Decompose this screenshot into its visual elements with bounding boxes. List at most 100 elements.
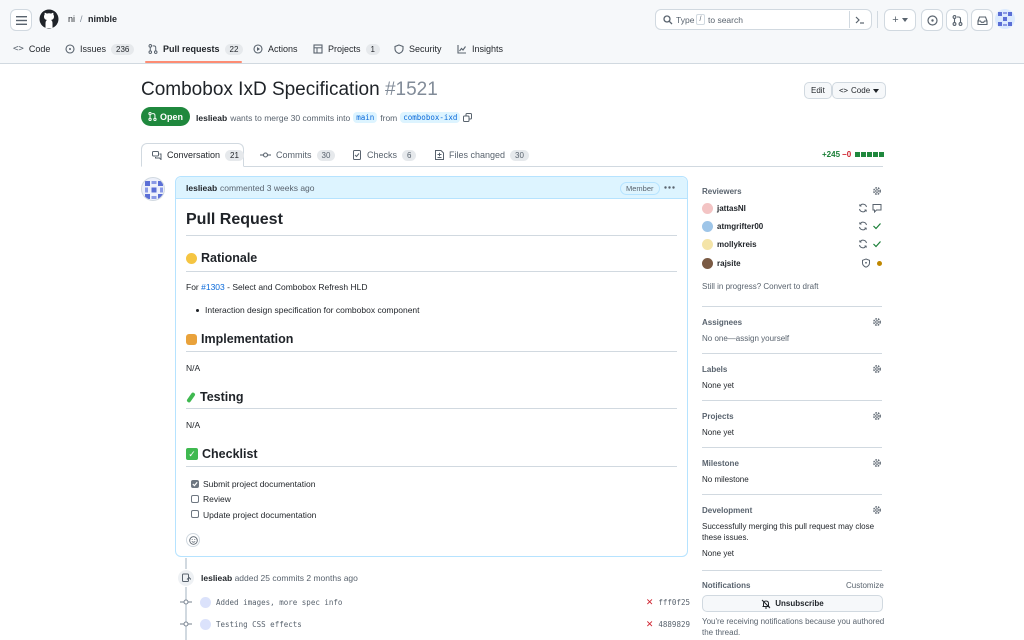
tab-files-changed[interactable]: Files changed 30 <box>435 144 529 166</box>
command-palette-icon[interactable] <box>855 15 865 25</box>
repo-nav-code[interactable]: <> Code <box>13 42 50 56</box>
pr-state-badge: Open <box>141 107 190 126</box>
repo-nav-issues[interactable]: Issues 236 <box>65 42 135 56</box>
tab-checks[interactable]: Checks 6 <box>352 144 417 166</box>
projects-body: None yet <box>702 428 735 437</box>
repo-nav-insights[interactable]: Insights <box>457 42 503 56</box>
bell-slash-icon <box>761 599 771 608</box>
checklist-checkbox[interactable] <box>191 510 199 518</box>
sync-icon[interactable] <box>858 203 868 213</box>
heading-rule <box>186 271 677 272</box>
gear-icon[interactable] <box>872 505 882 515</box>
reviewer-name[interactable]: mollykreis <box>717 240 757 249</box>
development-title: Development <box>702 506 753 515</box>
tab-conversation[interactable]: Conversation 21 <box>152 144 244 166</box>
sync-icon[interactable] <box>858 221 868 231</box>
comment-timestamp[interactable]: commented 3 weeks ago <box>220 183 315 193</box>
play-icon <box>253 44 263 54</box>
checklist-checkbox[interactable] <box>191 495 199 503</box>
reviewer-avatar[interactable] <box>702 257 713 269</box>
code-dropdown-button[interactable]: <> Code <box>832 82 887 99</box>
repo-nav-security[interactable]: Security <box>394 42 442 56</box>
repo-nav-projects-label: Projects <box>328 44 361 54</box>
pull-requests-button[interactable] <box>946 9 968 31</box>
reviewer-name[interactable]: jattasNI <box>717 204 746 213</box>
repo-nav-projects[interactable]: Projects 1 <box>313 42 380 56</box>
graph-icon <box>457 45 466 54</box>
inbox-icon <box>976 15 988 25</box>
repo-name-link[interactable]: nimble <box>88 14 117 24</box>
reviewer-name[interactable]: rajsite <box>717 259 741 268</box>
hamburger-menu-button[interactable] <box>10 9 32 31</box>
pull-requests-count: 22 <box>224 43 244 55</box>
implementation-title: Implementation <box>201 332 294 346</box>
commit-author-avatar[interactable] <box>200 596 211 608</box>
shield-icon <box>394 44 404 54</box>
status-failed-icon[interactable]: ✕ <box>646 597 654 608</box>
repo-nav-actions[interactable]: Actions <box>253 42 298 56</box>
rationale-paragraph: For #1303 - Select and Combobox Refresh … <box>186 282 367 292</box>
pr-description-comment: leslieab commented 3 weeks ago Member Pu… <box>175 176 688 557</box>
commit-author-avatar[interactable] <box>200 618 211 630</box>
reviewer-avatar[interactable] <box>702 220 713 232</box>
gear-icon[interactable] <box>872 186 882 196</box>
edit-title-button[interactable]: Edit <box>804 82 832 99</box>
github-logo-icon[interactable] <box>39 9 59 29</box>
head-branch[interactable]: combobox-ixd <box>400 112 461 123</box>
testing-title: Testing <box>200 390 244 404</box>
repo-nav-pull-requests[interactable]: Pull requests 22 <box>148 42 244 56</box>
tab-commits[interactable]: Commits 30 <box>260 144 336 166</box>
git-pull-request-icon <box>148 44 158 54</box>
reviewer-name[interactable]: atmgrifter00 <box>717 222 763 231</box>
timeline-author-link[interactable]: leslieab <box>201 573 232 583</box>
kebab-horizontal-icon[interactable] <box>664 186 675 189</box>
commit-message[interactable]: Testing CSS effects <box>216 620 302 629</box>
gear-icon[interactable] <box>872 317 882 327</box>
gear-icon[interactable] <box>872 364 882 374</box>
reviewer-avatar[interactable] <box>702 238 713 250</box>
commit-sha[interactable]: fff0f25 <box>658 598 690 607</box>
pending-review-dot-icon <box>877 260 882 266</box>
sidebar-divider <box>702 447 882 448</box>
reviewer-avatar[interactable] <box>702 202 713 214</box>
convert-to-draft-link[interactable]: Convert to draft <box>763 282 818 291</box>
status-failed-icon[interactable]: ✕ <box>646 619 654 630</box>
commit-sha[interactable]: 4889829 <box>658 620 690 629</box>
global-search-input[interactable]: Type / to search <box>655 9 872 30</box>
inbox-button[interactable] <box>971 9 993 31</box>
repo-nav-issues-label: Issues <box>80 44 107 54</box>
unsubscribe-button[interactable]: Unsubscribe <box>702 595 883 612</box>
gear-icon[interactable] <box>872 458 882 468</box>
gear-icon[interactable] <box>872 411 882 421</box>
commit-message[interactable]: Added images, more spec info <box>216 598 342 607</box>
comment-author-link[interactable]: leslieab <box>186 183 217 193</box>
rationale-bullet-text: Interaction design specification for com… <box>205 305 420 315</box>
development-none: None yet <box>702 549 735 558</box>
copy-icon[interactable] <box>463 113 473 122</box>
pr-author-link[interactable]: leslieab <box>196 113 227 123</box>
rationale-heading: Rationale <box>186 251 257 265</box>
add-reaction-button[interactable] <box>186 533 200 547</box>
rationale-suffix: - Select and Combobox Refresh HLD <box>227 282 368 292</box>
sync-icon[interactable] <box>858 239 868 249</box>
assign-yourself-link[interactable]: assign yourself <box>736 334 789 343</box>
assignees-body: No one—assign yourself <box>702 334 789 343</box>
checklist-item-label: Update project documentation <box>203 510 317 520</box>
issues-button[interactable] <box>921 9 943 31</box>
thinking-emoji-icon <box>186 252 197 264</box>
user-avatar[interactable] <box>995 9 1015 29</box>
tab-checks-count: 6 <box>402 149 417 161</box>
check-icon <box>192 481 198 487</box>
create-new-button[interactable]: + <box>884 9 916 31</box>
checklist-icon <box>353 150 361 160</box>
comment-author-avatar[interactable] <box>141 177 165 201</box>
commit-row[interactable]: Testing CSS effects ✕ 4889829 <box>180 617 690 631</box>
commit-row[interactable]: Added images, more spec info ✕ fff0f25 <box>180 595 690 609</box>
issue-link[interactable]: #1303 <box>201 282 225 292</box>
check-icon <box>873 223 881 230</box>
checklist-checkbox-checked[interactable] <box>191 480 199 488</box>
repo-owner-link[interactable]: ni <box>68 14 75 24</box>
base-branch[interactable]: main <box>353 112 378 123</box>
customize-link[interactable]: Customize <box>846 581 884 590</box>
search-divider <box>849 11 850 28</box>
